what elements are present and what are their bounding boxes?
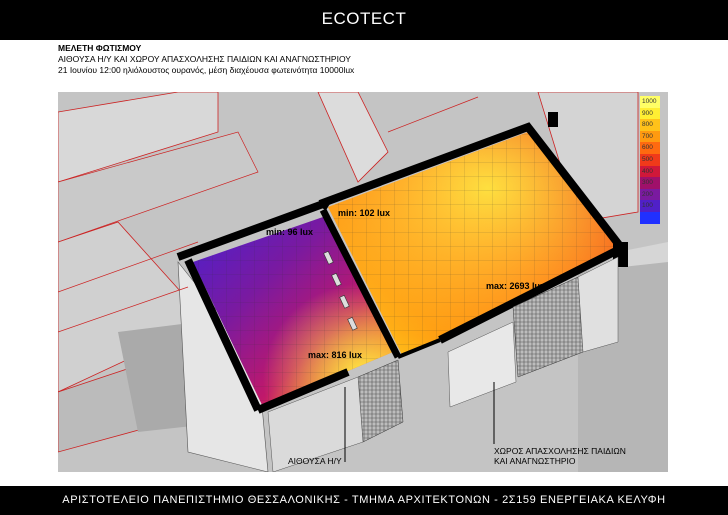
- legend-swatch: 400: [640, 165, 660, 178]
- caption-children-room-line2: ΚΑΙ ΑΝΑΓΝΩΣΤΗΡΙΟ: [494, 456, 576, 466]
- legend-swatch: 100: [640, 200, 660, 212]
- title-bar: ECOTECT: [0, 0, 728, 40]
- min-label-left-room: min: 96 lux: [266, 227, 314, 237]
- legend-swatch: 200: [640, 188, 660, 201]
- legend-swatch: 700: [640, 130, 660, 143]
- min-label-right-room: min: 102 lux: [338, 208, 391, 218]
- study-subject: ΑΙΘΟΥΣΑ Η/Υ ΚΑΙ ΧΩΡΟΥ ΑΠΑΣΧΟΛΗΣΗΣ ΠΑΙΔΙΩ…: [58, 54, 351, 64]
- max-label-right-room: max: 2693 lux: [486, 281, 546, 291]
- legend-swatch: 1000: [640, 96, 660, 108]
- illuminance-legend: 1000 900 800 700 600 500 400 300 200 100: [640, 96, 660, 224]
- max-label-left-room: max: 816 lux: [308, 350, 363, 360]
- legend-swatch: 900: [640, 107, 660, 120]
- building-model: [58, 92, 668, 472]
- illuminance-render: [58, 92, 668, 472]
- caption-children-room-line1: ΧΩΡΟΣ ΑΠΑΣΧΟΛΗΣΗΣ ΠΑΙΔΙΩΝ: [494, 446, 626, 456]
- legend-swatch: [640, 211, 660, 224]
- legend-swatch: 800: [640, 119, 660, 131]
- legend-swatch: 300: [640, 177, 660, 189]
- footer-bar: ΑΡΙΣΤΟΤΕΛΕΙΟ ΠΑΝΕΠΙΣΤΗΜΙΟ ΘΕΣΣΑΛΟΝΙΚΗΣ -…: [0, 486, 728, 515]
- app-title: ECOTECT: [321, 9, 407, 28]
- study-title: ΜΕΛΕΤΗ ΦΩΤΙΣΜΟΥ: [58, 43, 142, 53]
- study-info: ΜΕΛΕΤΗ ΦΩΤΙΣΜΟΥ ΑΙΘΟΥΣΑ Η/Υ ΚΑΙ ΧΩΡΟΥ ΑΠ…: [58, 43, 354, 76]
- legend-swatch: 600: [640, 142, 660, 154]
- study-conditions: 21 Ιουνίου 12:00 ηλιόλουστος ουρανός, μέ…: [58, 65, 355, 75]
- footer-text: ΑΡΙΣΤΟΤΕΛΕΙΟ ΠΑΝΕΠΙΣΤΗΜΙΟ ΘΕΣΣΑΛΟΝΙΚΗΣ -…: [62, 494, 666, 506]
- caption-computer-room: ΑΙΘΟΥΣΑ Η/Υ: [288, 456, 342, 466]
- legend-swatch: 500: [640, 153, 660, 166]
